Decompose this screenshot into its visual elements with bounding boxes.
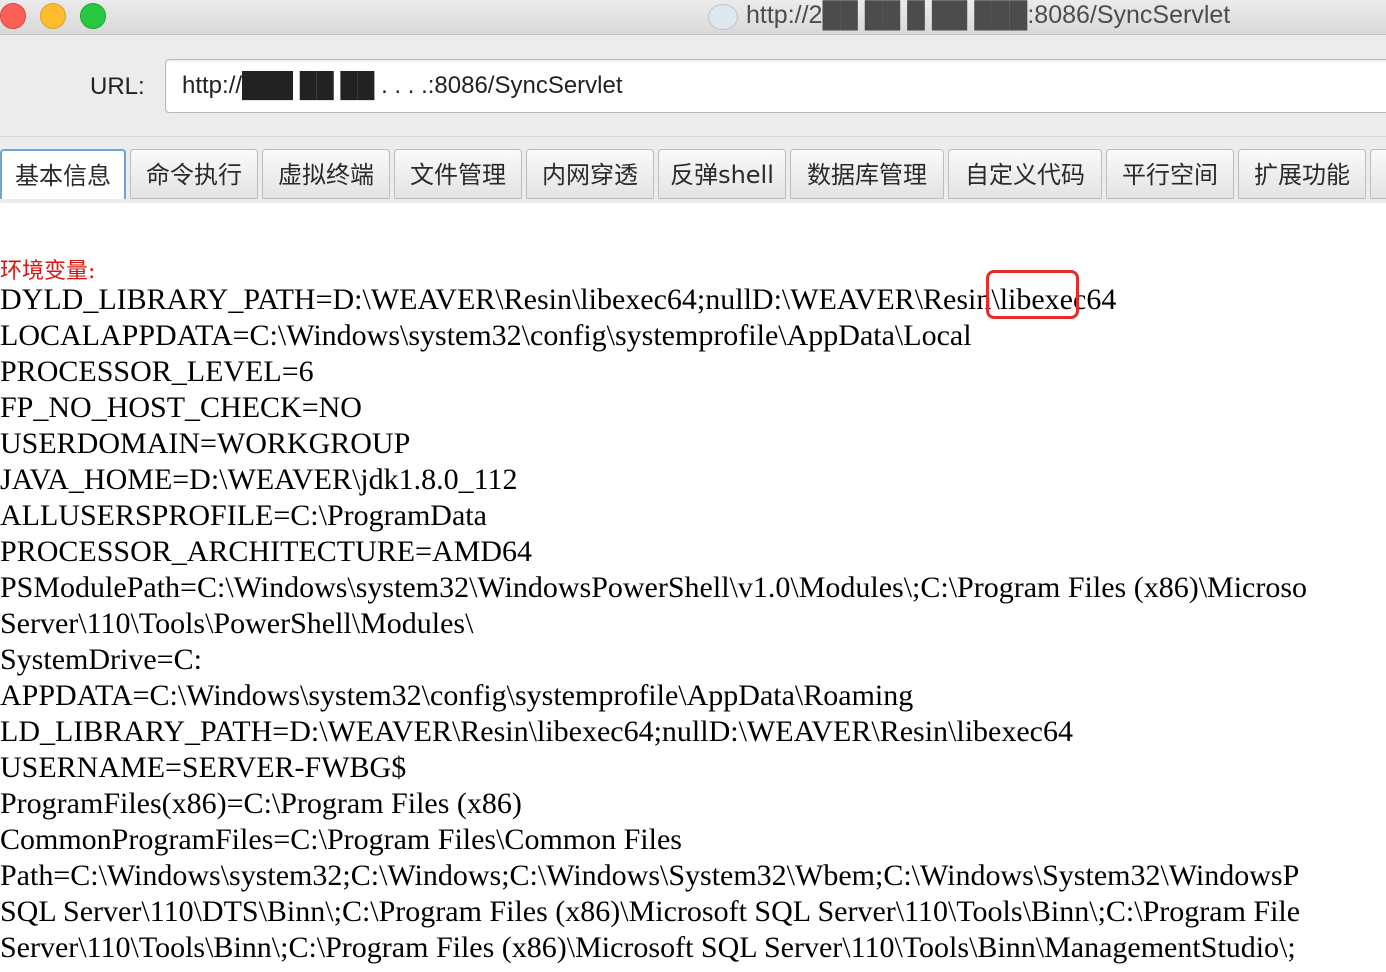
- url-label: URL:: [90, 73, 145, 100]
- tab-intranet-tunnel[interactable]: 内网穿透: [526, 149, 654, 199]
- tab-database-manager[interactable]: 数据库管理: [790, 149, 944, 199]
- env-line: PSModulePath=C:\Windows\system32\Windows…: [0, 571, 1308, 604]
- tab-reverse-shell[interactable]: 反弹shell: [658, 149, 786, 199]
- env-line: ALLUSERSPROFILE=C:\ProgramData: [0, 499, 487, 532]
- info-panel: 环境变量: DYLD_LIBRARY_PATH=D:\WEAVER\Resin\…: [0, 203, 1386, 972]
- tab-overflow[interactable]: [1370, 149, 1386, 199]
- env-line: ProgramFiles(x86)=C:\Program Files (x86): [0, 787, 522, 820]
- env-line: LD_LIBRARY_PATH=D:\WEAVER\Resin\libexec6…: [0, 715, 1073, 748]
- window-title: http://2██ ██ █ ██ ███:8086/SyncServlet: [746, 1, 1231, 29]
- env-title: 环境变量:: [0, 259, 96, 284]
- env-line: Server\110\Tools\PowerShell\Modules\: [0, 607, 474, 640]
- env-line: SystemDrive=C:: [0, 643, 202, 676]
- close-icon[interactable]: [0, 3, 26, 29]
- tab-command-exec[interactable]: 命令执行: [130, 149, 258, 199]
- env-list: DYLD_LIBRARY_PATH=D:\WEAVER\Resin\libexe…: [0, 282, 1386, 966]
- tab-bar: 基本信息 命令执行 虚拟终端 文件管理 内网穿透 反弹shell 数据库管理 自…: [0, 137, 1386, 204]
- tab-extensions[interactable]: 扩展功能: [1238, 149, 1366, 199]
- env-line: DYLD_LIBRARY_PATH=D:\WEAVER\Resin\libexe…: [0, 283, 1117, 316]
- env-line: USERNAME=SERVER-FWBG$: [0, 751, 407, 784]
- env-line: Server\110\Tools\Binn\;C:\Program Files …: [0, 931, 1296, 964]
- minimize-icon[interactable]: [40, 3, 66, 29]
- env-line: USERDOMAIN=WORKGROUP: [0, 427, 411, 460]
- env-line: APPDATA=C:\Windows\system32\config\syste…: [0, 679, 914, 712]
- env-line: PROCESSOR_ARCHITECTURE=AMD64: [0, 535, 532, 568]
- env-line: JAVA_HOME=D:\WEAVER\jdk1.8.0_112: [0, 463, 518, 496]
- url-input[interactable]: http://███ ██ ██ . . . .:8086/SyncServle…: [165, 59, 1386, 113]
- zoom-icon[interactable]: [80, 3, 106, 29]
- tab-custom-code[interactable]: 自定义代码: [948, 149, 1102, 199]
- env-line: CommonProgramFiles=C:\Program Files\Comm…: [0, 823, 682, 856]
- env-line: LOCALAPPDATA=C:\Windows\system32\config\…: [0, 319, 972, 352]
- env-line: SQL Server\110\DTS\Binn\;C:\Program File…: [0, 895, 1301, 928]
- title-bar: http://2██ ██ █ ██ ███:8086/SyncServlet: [0, 0, 1386, 35]
- url-value: http://███ ██ ██ . . . .:8086/SyncServle…: [182, 72, 623, 99]
- env-line: FP_NO_HOST_CHECK=NO: [0, 391, 362, 424]
- tab-virtual-terminal[interactable]: 虚拟终端: [262, 149, 390, 199]
- url-toolbar: URL: http://███ ██ ██ . . . .:8086/SyncS…: [0, 35, 1386, 137]
- tab-basic-info[interactable]: 基本信息: [0, 149, 126, 199]
- site-icon: [708, 4, 738, 30]
- env-line: Path=C:\Windows\system32;C:\Windows;C:\W…: [0, 859, 1300, 892]
- tab-parallel-space[interactable]: 平行空间: [1106, 149, 1234, 199]
- env-line: PROCESSOR_LEVEL=6: [0, 355, 314, 388]
- highlight-box: [986, 270, 1079, 319]
- tab-file-manager[interactable]: 文件管理: [394, 149, 522, 199]
